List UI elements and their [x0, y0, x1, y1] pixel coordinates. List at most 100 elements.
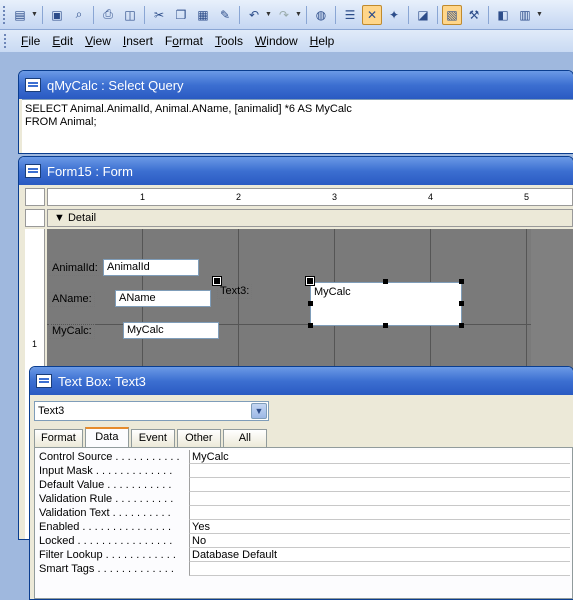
print-preview-icon[interactable]: ◫: [120, 5, 140, 25]
menu-help[interactable]: Help: [304, 34, 341, 48]
property-value[interactable]: MyCalc: [189, 450, 570, 464]
horizontal-ruler[interactable]: 1 2 3 4 5: [47, 188, 573, 206]
property-sheet-window[interactable]: Text Box: Text3 Text3 ▼ Format Data Even…: [29, 366, 573, 600]
chevron-down-icon[interactable]: ▼: [295, 11, 302, 18]
build-icon[interactable]: ⚒: [464, 5, 484, 25]
chevron-down-icon[interactable]: ▼: [536, 11, 543, 18]
menu-view[interactable]: View: [79, 34, 117, 48]
property-value[interactable]: [189, 506, 570, 520]
property-value[interactable]: Database Default: [189, 548, 570, 562]
property-value[interactable]: [189, 562, 570, 576]
save-icon[interactable]: ▣: [47, 5, 67, 25]
property-sheet-title-bar[interactable]: Text Box: Text3: [30, 367, 573, 395]
mycalc-textbox[interactable]: MyCalc: [123, 322, 219, 339]
menu-file[interactable]: File: [15, 34, 46, 48]
property-row[interactable]: Default Value . . . . . . . . . . .: [39, 478, 570, 492]
chevron-down-icon[interactable]: ▼: [265, 11, 272, 18]
form-window-title-bar[interactable]: Form15 : Form: [19, 157, 573, 185]
move-handle[interactable]: [212, 276, 222, 286]
tab-event[interactable]: Event: [130, 429, 175, 447]
property-row[interactable]: Validation Text . . . . . . . . . .: [39, 506, 570, 520]
chevron-down-icon[interactable]: ▼: [31, 11, 38, 18]
property-name: Control Source . . . . . . . . . . .: [39, 451, 180, 463]
file-search-icon[interactable]: ⌕: [69, 5, 89, 25]
mycalc-label[interactable]: MyCalc:: [49, 324, 95, 339]
autoformat-icon[interactable]: ✦: [384, 5, 404, 25]
tab-other[interactable]: Other: [176, 429, 221, 447]
toolbox-icon[interactable]: ✕: [362, 4, 382, 25]
standard-toolbar: ▤ ▼ ▣ ⌕ ⎙ ◫ ✂ ❐ ▦ ✎ ↶ ▼ ↷ ▼ ◍ ☰ ✕ ✦ ◪ ▧ …: [0, 0, 573, 30]
database-window-icon[interactable]: ◧: [493, 5, 513, 25]
query-window-title-bar[interactable]: qMyCalc : Select Query: [19, 71, 573, 99]
tab-format[interactable]: Format: [34, 429, 83, 447]
animalid-textbox[interactable]: AnimalId: [103, 259, 199, 276]
property-row[interactable]: Locked . . . . . . . . . . . . . . . . No: [39, 534, 570, 548]
form-view-icon[interactable]: ▤: [10, 5, 30, 25]
resize-handle[interactable]: [383, 323, 388, 328]
property-value[interactable]: [189, 478, 570, 492]
menu-grip[interactable]: [4, 34, 7, 48]
cut-icon[interactable]: ✂: [149, 5, 169, 25]
property-sheet-body: Text3 ▼ Format Data Event Other All Cont…: [30, 395, 573, 599]
aname-label[interactable]: AName:: [49, 292, 95, 307]
print-icon[interactable]: ⎙: [98, 5, 118, 25]
property-value[interactable]: Yes: [189, 520, 570, 534]
ruler-number: 2: [236, 192, 242, 202]
property-value[interactable]: [189, 464, 570, 478]
properties-icon: [36, 374, 52, 388]
detail-section-bar[interactable]: ▼ Detail: [47, 209, 573, 227]
resize-handle[interactable]: [459, 301, 464, 306]
field-list-icon[interactable]: ☰: [340, 5, 360, 25]
property-row[interactable]: Control Source . . . . . . . . . . . MyCa…: [39, 450, 570, 464]
hyperlink-icon[interactable]: ◍: [311, 5, 331, 25]
property-row[interactable]: Smart Tags . . . . . . . . . . . . .: [39, 562, 570, 576]
animalid-label[interactable]: AnimalId:: [49, 261, 101, 276]
menu-window[interactable]: Window: [249, 34, 304, 48]
toolbar-separator: [144, 5, 145, 24]
code-icon[interactable]: ◪: [413, 5, 433, 25]
new-object-icon[interactable]: ▥: [515, 5, 535, 25]
property-name: Enabled . . . . . . . . . . . . . . .: [39, 521, 172, 533]
ruler-number: 1: [32, 339, 38, 349]
property-row[interactable]: Input Mask . . . . . . . . . . . . .: [39, 464, 570, 478]
menu-edit[interactable]: Edit: [46, 34, 79, 48]
aname-textbox[interactable]: AName: [115, 290, 211, 307]
form-selector[interactable]: [25, 188, 45, 206]
property-value[interactable]: No: [189, 534, 570, 548]
property-row[interactable]: Validation Rule . . . . . . . . . .: [39, 492, 570, 506]
menu-format[interactable]: Format: [159, 34, 209, 48]
move-handle[interactable]: [305, 276, 315, 286]
text3-textbox[interactable]: MyCalc: [310, 282, 462, 326]
object-selector-value: Text3: [38, 405, 65, 417]
property-value[interactable]: [189, 492, 570, 506]
resize-handle[interactable]: [308, 323, 313, 328]
resize-handle[interactable]: [459, 279, 464, 284]
menu-insert[interactable]: Insert: [117, 34, 159, 48]
query-icon: [25, 78, 41, 92]
resize-handle[interactable]: [308, 301, 313, 306]
toolbar-separator: [93, 5, 94, 24]
undo-icon[interactable]: ↶: [244, 5, 264, 25]
chevron-down-icon[interactable]: ▼: [251, 403, 267, 419]
tab-data[interactable]: Data: [84, 427, 129, 447]
format-painter-icon[interactable]: ✎: [215, 5, 235, 25]
properties-icon[interactable]: ▧: [442, 4, 462, 25]
toolbar-separator: [437, 5, 438, 24]
property-row[interactable]: Filter Lookup . . . . . . . . . . . . Dat…: [39, 548, 570, 562]
paste-icon[interactable]: ▦: [193, 5, 213, 25]
sql-editor[interactable]: SELECT Animal.AnimalId, Animal.AName, [a…: [22, 99, 573, 153]
property-row[interactable]: Enabled . . . . . . . . . . . . . . . Yes: [39, 520, 570, 534]
tab-all[interactable]: All: [222, 429, 267, 447]
resize-handle[interactable]: [459, 323, 464, 328]
resize-handle[interactable]: [383, 279, 388, 284]
sql-line: FROM Animal;: [25, 116, 97, 128]
text3-label[interactable]: Text3:: [217, 284, 253, 299]
redo-icon[interactable]: ↷: [274, 5, 294, 25]
query-window[interactable]: qMyCalc : Select Query SELECT Animal.Ani…: [18, 70, 573, 154]
section-arrow-icon: ▼: [54, 212, 68, 224]
section-selector[interactable]: [25, 209, 45, 227]
object-selector-dropdown[interactable]: Text3 ▼: [34, 401, 269, 421]
toolbar-grip[interactable]: [3, 5, 6, 24]
copy-icon[interactable]: ❐: [171, 5, 191, 25]
menu-tools[interactable]: Tools: [209, 34, 249, 48]
